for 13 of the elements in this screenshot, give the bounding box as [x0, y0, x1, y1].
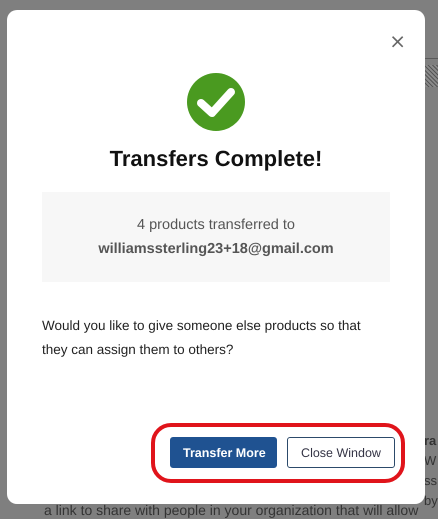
- email-address: williamssterling23+18@gmail.com: [98, 241, 334, 257]
- body-text: W: [424, 453, 438, 468]
- close-button[interactable]: ×: [385, 29, 410, 53]
- transfer-more-button[interactable]: Transfer More: [170, 437, 277, 468]
- body-text: ss: [424, 473, 438, 488]
- body-text: by: [424, 493, 438, 508]
- question-text: Would you like to give someone else products so that they can assign them to others?: [42, 317, 362, 359]
- close-window-button[interactable]: Close Window: [287, 437, 395, 468]
- success-check-icon: [187, 73, 245, 131]
- dialog-title: Transfers Complete!: [108, 146, 324, 172]
- summary-text: 4 products transferred to: [137, 217, 295, 233]
- body-text: a link to share with people in your organization that will allow: [44, 502, 418, 518]
- section-heading: ra: [424, 433, 438, 448]
